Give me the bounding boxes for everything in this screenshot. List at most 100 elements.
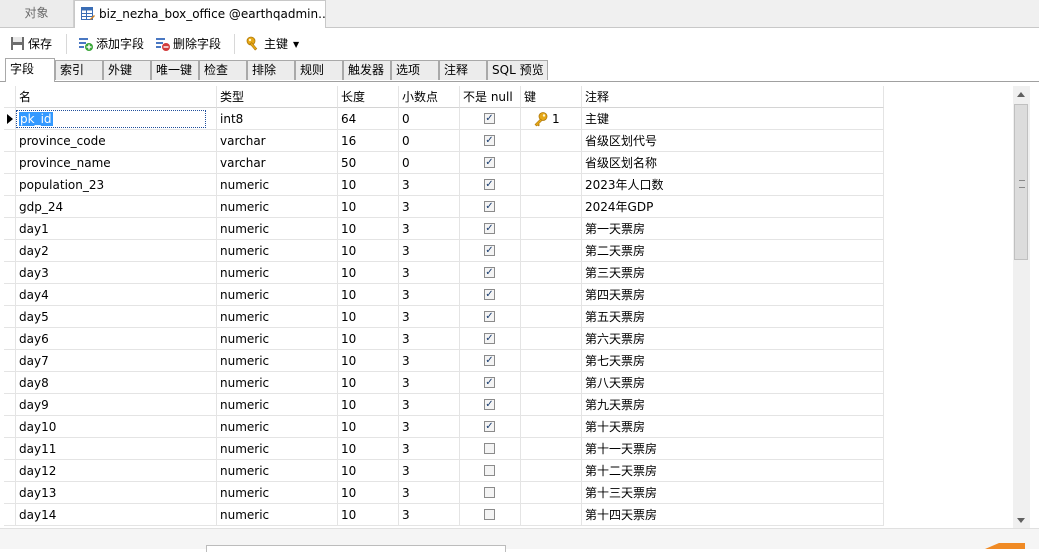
- field-properties-input[interactable]: [206, 545, 506, 552]
- not-null-checkbox[interactable]: ✓: [484, 311, 495, 322]
- table-row[interactable]: gdp_24 numeric 10 3 ✓ 2024年GDP: [4, 196, 884, 218]
- cell-name[interactable]: day3: [16, 262, 217, 284]
- table-row[interactable]: day1 numeric 10 3 ✓ 第一天票房: [4, 218, 884, 240]
- cell-length[interactable]: 10: [338, 240, 399, 262]
- column-header-name[interactable]: 名: [16, 86, 217, 108]
- cell-type[interactable]: numeric: [217, 350, 338, 372]
- cell-not-null[interactable]: ✓: [460, 416, 521, 438]
- cell-length[interactable]: 10: [338, 262, 399, 284]
- cell-key[interactable]: [521, 504, 582, 526]
- cell-decimals[interactable]: 3: [399, 240, 460, 262]
- scroll-down-icon[interactable]: [1017, 518, 1025, 523]
- cell-name[interactable]: day1: [16, 218, 217, 240]
- cell-comment[interactable]: 第四天票房: [582, 284, 884, 306]
- not-null-checkbox[interactable]: ✓: [484, 157, 495, 168]
- not-null-checkbox[interactable]: ✓: [484, 377, 495, 388]
- column-header-type[interactable]: 类型: [217, 86, 338, 108]
- cell-type[interactable]: int8: [217, 108, 338, 130]
- row-indicator[interactable]: [4, 262, 16, 284]
- scroll-up-icon[interactable]: [1017, 92, 1025, 97]
- cell-not-null[interactable]: ✓: [460, 284, 521, 306]
- table-row[interactable]: day8 numeric 10 3 ✓ 第八天票房: [4, 372, 884, 394]
- cell-type[interactable]: numeric: [217, 262, 338, 284]
- cell-key[interactable]: [521, 196, 582, 218]
- cell-decimals[interactable]: 3: [399, 328, 460, 350]
- cell-key[interactable]: [521, 482, 582, 504]
- cell-name[interactable]: gdp_24: [16, 196, 217, 218]
- tab-options[interactable]: 选项: [391, 60, 439, 80]
- cell-name[interactable]: day6: [16, 328, 217, 350]
- cell-name[interactable]: day11: [16, 438, 217, 460]
- cell-not-null[interactable]: [460, 438, 521, 460]
- cell-comment[interactable]: 第十天票房: [582, 416, 884, 438]
- not-null-checkbox[interactable]: [484, 465, 495, 476]
- tab-checks[interactable]: 检查: [199, 60, 247, 80]
- cell-length[interactable]: 10: [338, 218, 399, 240]
- row-indicator[interactable]: [4, 284, 16, 306]
- cell-key[interactable]: [521, 130, 582, 152]
- cell-name[interactable]: province_name: [16, 152, 217, 174]
- cell-not-null[interactable]: ✓: [460, 174, 521, 196]
- cell-decimals[interactable]: 3: [399, 394, 460, 416]
- column-header-not-null[interactable]: 不是 null: [460, 86, 521, 108]
- cell-name[interactable]: day10: [16, 416, 217, 438]
- not-null-checkbox[interactable]: ✓: [484, 267, 495, 278]
- table-row[interactable]: day6 numeric 10 3 ✓ 第六天票房: [4, 328, 884, 350]
- table-row[interactable]: day10 numeric 10 3 ✓ 第十天票房: [4, 416, 884, 438]
- cell-decimals[interactable]: 0: [399, 130, 460, 152]
- cell-decimals[interactable]: 3: [399, 504, 460, 526]
- cell-key[interactable]: [521, 218, 582, 240]
- row-indicator[interactable]: [4, 372, 16, 394]
- cell-key[interactable]: [521, 306, 582, 328]
- cell-length[interactable]: 10: [338, 328, 399, 350]
- cell-not-null[interactable]: ✓: [460, 350, 521, 372]
- cell-type[interactable]: varchar: [217, 152, 338, 174]
- column-header-comment[interactable]: 注释: [582, 86, 884, 108]
- cell-comment[interactable]: 第七天票房: [582, 350, 884, 372]
- cell-type[interactable]: numeric: [217, 196, 338, 218]
- cell-type[interactable]: numeric: [217, 306, 338, 328]
- row-indicator[interactable]: [4, 218, 16, 240]
- cell-comment[interactable]: 第十四天票房: [582, 504, 884, 526]
- tab-indexes[interactable]: 索引: [55, 60, 103, 80]
- cell-length[interactable]: 10: [338, 394, 399, 416]
- cell-not-null[interactable]: ✓: [460, 152, 521, 174]
- row-indicator[interactable]: [4, 482, 16, 504]
- tab-excludes[interactable]: 排除: [247, 60, 295, 80]
- table-row[interactable]: day4 numeric 10 3 ✓ 第四天票房: [4, 284, 884, 306]
- cell-name[interactable]: day2: [16, 240, 217, 262]
- cell-length[interactable]: 64: [338, 108, 399, 130]
- cell-length[interactable]: 10: [338, 196, 399, 218]
- row-indicator[interactable]: [4, 306, 16, 328]
- tab-foreign-keys[interactable]: 外键: [103, 60, 151, 80]
- cell-comment[interactable]: 第二天票房: [582, 240, 884, 262]
- table-row[interactable]: day11 numeric 10 3 第十一天票房: [4, 438, 884, 460]
- cell-decimals[interactable]: 3: [399, 284, 460, 306]
- cell-comment[interactable]: 第一天票房: [582, 218, 884, 240]
- cell-name[interactable]: population_23: [16, 174, 217, 196]
- cell-type[interactable]: numeric: [217, 394, 338, 416]
- cell-length[interactable]: 10: [338, 174, 399, 196]
- cell-comment[interactable]: 省级区划代号: [582, 130, 884, 152]
- cell-name[interactable]: day12: [16, 460, 217, 482]
- cell-decimals[interactable]: 3: [399, 174, 460, 196]
- cell-type[interactable]: numeric: [217, 328, 338, 350]
- tab-unique-keys[interactable]: 唯一键: [151, 60, 199, 80]
- row-indicator[interactable]: [4, 240, 16, 262]
- cell-key[interactable]: [521, 350, 582, 372]
- cell-decimals[interactable]: 0: [399, 108, 460, 130]
- cell-comment[interactable]: 第三天票房: [582, 262, 884, 284]
- cell-length[interactable]: 16: [338, 130, 399, 152]
- row-indicator[interactable]: [4, 394, 16, 416]
- tab-fields[interactable]: 字段: [5, 58, 55, 82]
- cell-decimals[interactable]: 3: [399, 438, 460, 460]
- cell-length[interactable]: 10: [338, 306, 399, 328]
- not-null-checkbox[interactable]: ✓: [484, 201, 495, 212]
- row-indicator[interactable]: [4, 152, 16, 174]
- cell-decimals[interactable]: 3: [399, 262, 460, 284]
- cell-type[interactable]: numeric: [217, 504, 338, 526]
- cell-key[interactable]: [521, 372, 582, 394]
- cell-type[interactable]: varchar: [217, 130, 338, 152]
- row-indicator[interactable]: [4, 416, 16, 438]
- not-null-checkbox[interactable]: ✓: [484, 223, 495, 234]
